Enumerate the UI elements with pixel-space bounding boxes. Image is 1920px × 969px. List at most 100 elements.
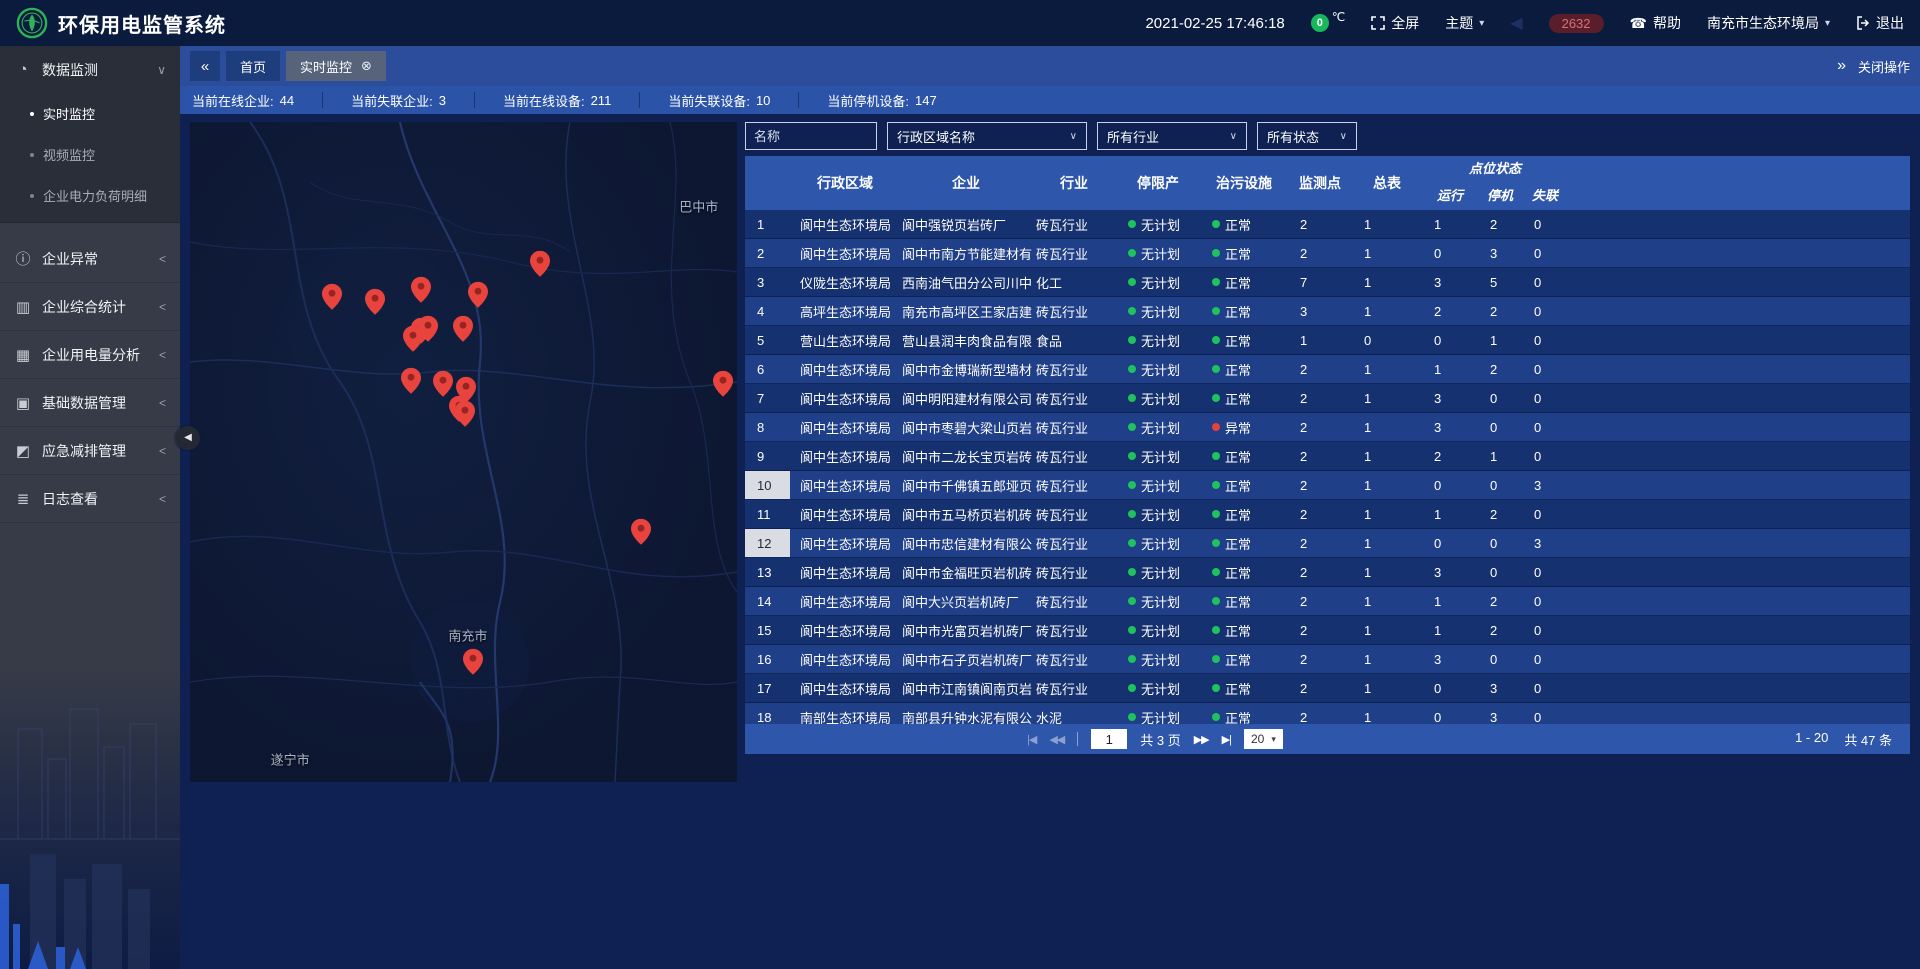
cell-company: 阆中市南方节能建材有 xyxy=(900,239,1032,267)
sidebar-item-emergency-reduction[interactable]: ◩应急减排管理< xyxy=(0,427,180,474)
range-label: 1 - 20 xyxy=(1795,730,1828,749)
cell-offline: 0 xyxy=(1522,500,1568,528)
sidebar-item-power-usage-analysis[interactable]: ▦企业用电量分析< xyxy=(0,331,180,378)
theme-button[interactable]: 主题 ▾ xyxy=(1445,13,1484,33)
table-row[interactable]: 6阆中生态环境局阆中市金博瑞新型墙材砖瓦行业无计划正常21120 xyxy=(745,355,1910,384)
tab-home[interactable]: 首页 xyxy=(226,51,280,81)
status-dot-icon xyxy=(1212,481,1220,489)
map-panel[interactable]: ◀ 巴中市南充市遂宁市 xyxy=(190,122,737,782)
next-page-button[interactable]: ▶▶ xyxy=(1194,733,1209,746)
sidebar-item-log-view[interactable]: ≣日志查看< xyxy=(0,475,180,522)
map-pin-icon[interactable] xyxy=(713,371,733,397)
org-menu-button[interactable]: 南充市生态环境局 ▾ xyxy=(1707,13,1830,33)
speaker-icon[interactable]: ◀ xyxy=(1510,13,1522,33)
status-text: 正常 xyxy=(1225,360,1251,379)
status-dot-icon xyxy=(1128,249,1136,257)
tabs-scroll-left-button[interactable]: « xyxy=(190,51,220,81)
cell-region: 阆中生态环境局 xyxy=(790,210,900,238)
table-row[interactable]: 11阆中生态环境局阆中市五马桥页岩机砖砖瓦行业无计划正常21120 xyxy=(745,500,1910,529)
cell-points: 2 xyxy=(1288,239,1352,267)
tabs-scroll-right-button[interactable]: » xyxy=(1837,57,1846,75)
cell-industry: 砖瓦行业 xyxy=(1032,471,1116,499)
region-filter-select[interactable]: 行政区域名称 ∨ xyxy=(887,122,1087,150)
cell-stopped: 1 xyxy=(1478,326,1522,354)
notice-count-badge[interactable]: 2632 xyxy=(1549,14,1604,33)
status-dot-icon xyxy=(1128,510,1136,518)
fullscreen-button[interactable]: 全屏 xyxy=(1371,13,1419,33)
map-pin-icon[interactable] xyxy=(401,368,421,394)
cell-stopped: 2 xyxy=(1478,297,1522,325)
table-row[interactable]: 8阆中生态环境局阆中市枣碧大梁山页岩砖瓦行业无计划异常21300 xyxy=(745,413,1910,442)
page-number-input[interactable] xyxy=(1091,729,1127,749)
cell-industry: 砖瓦行业 xyxy=(1032,297,1116,325)
map-pin-icon[interactable] xyxy=(411,277,431,303)
cell-points: 2 xyxy=(1288,587,1352,615)
table-row[interactable]: 12阆中生态环境局阆中市忠信建材有限公砖瓦行业无计划正常21003 xyxy=(745,529,1910,558)
table-row[interactable]: 16阆中生态环境局阆中市石子页岩机砖厂砖瓦行业无计划正常21300 xyxy=(745,645,1910,674)
sidebar-item-video-monitor[interactable]: 视频监控 xyxy=(0,134,180,175)
cell-region: 阆中生态环境局 xyxy=(790,471,900,499)
table-row[interactable]: 14阆中生态环境局阆中大兴页岩机砖厂砖瓦行业无计划正常21120 xyxy=(745,587,1910,616)
cell-facility-status: 正常 xyxy=(1200,239,1288,267)
tab-realtime-monitor[interactable]: 实时监控⊗ xyxy=(286,51,386,81)
table-row[interactable]: 4高坪生态环境局南充市高坪区王家店建砖瓦行业无计划正常31220 xyxy=(745,297,1910,326)
sidebar-item-data-monitor[interactable]: ◔数据监测∨ xyxy=(0,46,180,93)
close-operations-button[interactable]: 关闭操作 xyxy=(1858,57,1910,76)
status-dot-icon xyxy=(1212,568,1220,576)
brand: 环保用电监管系统 xyxy=(16,7,226,39)
map-pin-icon[interactable] xyxy=(530,251,550,277)
table-row[interactable]: 1阆中生态环境局阆中强锐页岩砖厂砖瓦行业无计划正常21120 xyxy=(745,210,1910,239)
status-text: 正常 xyxy=(1225,563,1251,582)
table-row[interactable]: 15阆中生态环境局阆中市光富页岩机砖厂砖瓦行业无计划正常21120 xyxy=(745,616,1910,645)
table-row[interactable]: 18南部生态环境局南部县升钟水泥有限公水泥无计划正常21030 xyxy=(745,703,1910,724)
sidebar-item-power-load-detail[interactable]: 企业电力负荷明细 xyxy=(0,175,180,216)
industry-filter-select[interactable]: 所有行业 ∨ xyxy=(1097,122,1247,150)
map-pin-icon[interactable] xyxy=(322,284,342,310)
map-pin-icon[interactable] xyxy=(433,371,453,397)
name-filter-input[interactable] xyxy=(745,122,877,150)
status-dot-icon xyxy=(1128,220,1136,228)
tab-close-icon[interactable]: ⊗ xyxy=(361,58,372,74)
table-row[interactable]: 13阆中生态环境局阆中市金福旺页岩机砖砖瓦行业无计划正常21300 xyxy=(745,558,1910,587)
sidebar-item-company-statistics[interactable]: ▥企业综合统计< xyxy=(0,283,180,330)
sidebar-item-company-abnormal[interactable]: ⓘ企业异常< xyxy=(0,235,180,282)
map-pin-icon[interactable] xyxy=(455,401,475,427)
sidebar-item-base-data-management[interactable]: ▣基础数据管理< xyxy=(0,379,180,426)
table-row[interactable]: 9阆中生态环境局阆中市二龙长宝页岩砖砖瓦行业无计划正常21210 xyxy=(745,442,1910,471)
map-pin-icon[interactable] xyxy=(631,518,651,544)
map-pin-icon[interactable] xyxy=(418,316,438,342)
cell-company: 阆中市石子页岩机砖厂 xyxy=(900,645,1032,673)
cell-company: 阆中大兴页岩机砖厂 xyxy=(900,587,1032,615)
cell-region: 阆中生态环境局 xyxy=(790,645,900,673)
cell-points: 2 xyxy=(1288,645,1352,673)
map-collapse-button[interactable]: ◀ xyxy=(176,426,200,450)
table-row[interactable]: 10阆中生态环境局阆中市千佛镇五郎垭页岩砖瓦行业无计划正常21003 xyxy=(745,471,1910,500)
page-size-select[interactable]: 20 ▾ xyxy=(1244,729,1283,749)
table-row[interactable]: 17阆中生态环境局阆中市江南镇阆南页岩砖瓦行业无计划正常21030 xyxy=(745,674,1910,703)
status-text: 正常 xyxy=(1225,447,1251,466)
help-button[interactable]: ☎ 帮助 xyxy=(1630,13,1681,33)
table-row[interactable]: 3仪陇生态环境局西南油气田分公司川中化工无计划正常71350 xyxy=(745,268,1910,297)
map-pin-icon[interactable] xyxy=(463,648,483,674)
map-pin-icon[interactable] xyxy=(453,316,473,342)
map-pin-icon[interactable] xyxy=(365,289,385,315)
chevron-down-icon: ∨ xyxy=(157,63,166,77)
sidebar-item-realtime-monitor[interactable]: 实时监控 xyxy=(0,93,180,134)
cell-points: 2 xyxy=(1288,442,1352,470)
table-row[interactable]: 5营山生态环境局营山县润丰肉食品有限食品无计划正常10010 xyxy=(745,326,1910,355)
cell-points: 2 xyxy=(1288,413,1352,441)
first-page-button[interactable]: |◀ xyxy=(1027,733,1036,746)
last-page-button[interactable]: ▶| xyxy=(1222,733,1231,746)
logout-button[interactable]: 退出 xyxy=(1856,13,1904,33)
status-filter-select[interactable]: 所有状态 ∨ xyxy=(1257,122,1357,150)
cell-meters: 1 xyxy=(1352,674,1422,702)
map-pin-icon[interactable] xyxy=(468,282,488,308)
sidebar-item-label: 基础数据管理 xyxy=(42,393,126,413)
table-row[interactable]: 2阆中生态环境局阆中市南方节能建材有砖瓦行业无计划正常21030 xyxy=(745,239,1910,268)
cell-company: 阆中市忠信建材有限公 xyxy=(900,529,1032,557)
cell-running: 2 xyxy=(1422,442,1478,470)
prev-page-button[interactable]: ◀◀ xyxy=(1049,733,1064,746)
status-dot-icon xyxy=(1128,365,1136,373)
table-row[interactable]: 7阆中生态环境局阆中明阳建材有限公司砖瓦行业无计划正常21300 xyxy=(745,384,1910,413)
row-index-cell: 3 xyxy=(745,268,790,296)
